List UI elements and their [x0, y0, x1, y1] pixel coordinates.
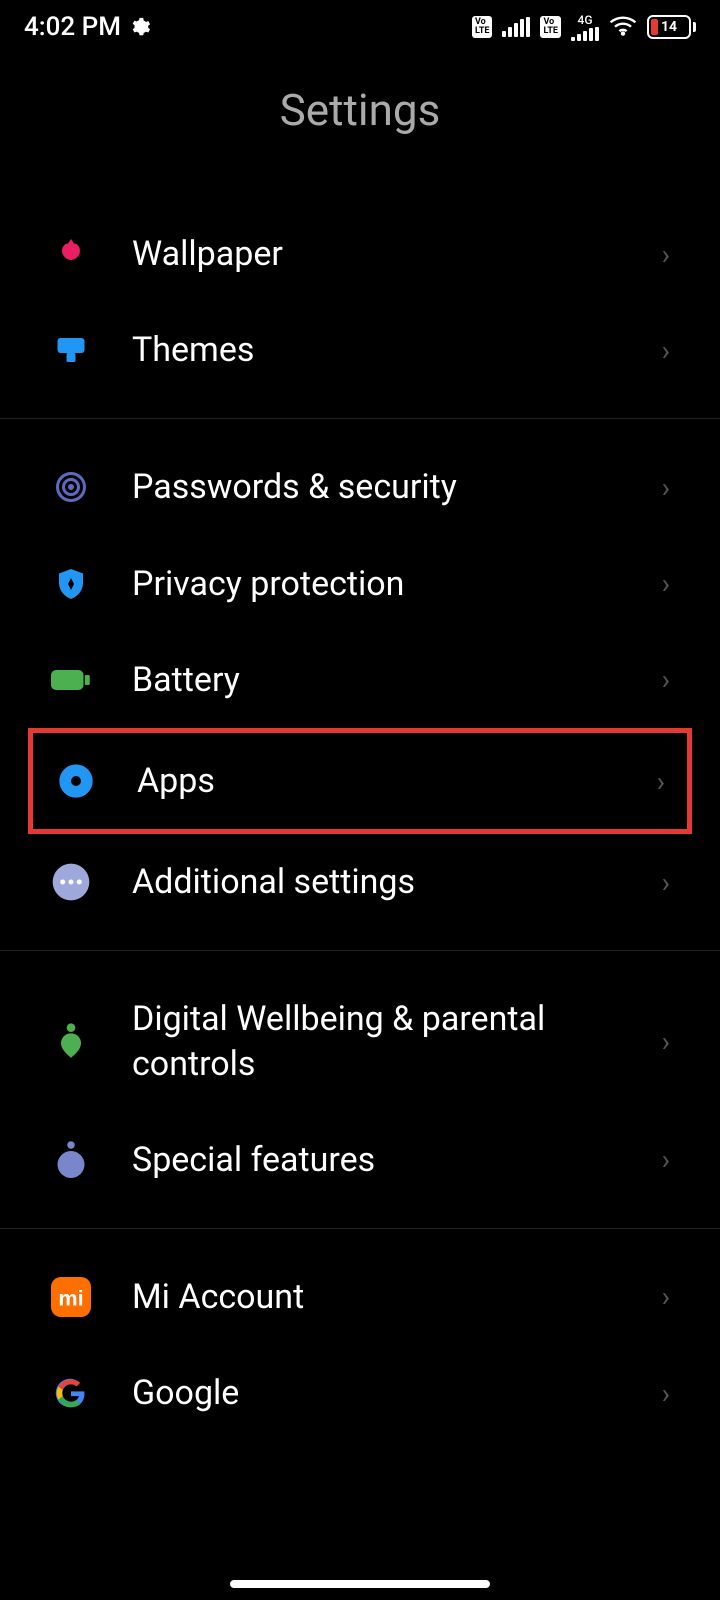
item-label: Apps [137, 759, 657, 803]
settings-item-battery[interactable]: Battery › [0, 632, 720, 728]
item-label: Wallpaper [132, 232, 662, 276]
settings-item-additional-settings[interactable]: Additional settings › [0, 834, 720, 930]
wellbeing-icon [50, 1021, 92, 1063]
chevron-right-icon: › [662, 1280, 670, 1313]
settings-item-themes[interactable]: Themes › [0, 302, 720, 398]
item-label: Themes [132, 328, 662, 372]
item-label: Digital Wellbeing & parental controls [132, 997, 662, 1085]
item-label: Mi Account [132, 1275, 662, 1319]
battery-level: 14 [661, 19, 677, 35]
settings-group-appearance: Wallpaper › Themes › [0, 186, 720, 419]
svg-text:mi: mi [58, 1285, 83, 1310]
settings-group-wellbeing: Digital Wellbeing & parental controls › … [0, 951, 720, 1229]
settings-group-system: Passwords & security › Privacy protectio… [0, 419, 720, 951]
wifi-icon [609, 16, 637, 38]
network-type: 4G [578, 13, 593, 27]
signal-icon-1 [502, 17, 530, 37]
wallpaper-icon [50, 233, 92, 275]
page-title: Settings [0, 84, 720, 136]
settings-list: Wallpaper › Themes › Passwords & securit… [0, 186, 720, 1461]
settings-item-passwords-security[interactable]: Passwords & security › [0, 439, 720, 535]
page-header: Settings [0, 54, 720, 186]
settings-group-accounts: mi Mi Account › Google › [0, 1229, 720, 1461]
signal-icon-2 [571, 27, 599, 41]
battery-icon [50, 659, 92, 701]
more-icon [50, 861, 92, 903]
settings-item-apps[interactable]: Apps › [28, 728, 692, 834]
chevron-right-icon: › [662, 866, 670, 899]
battery-icon: 14 [647, 15, 696, 39]
item-label: Special features [132, 1138, 662, 1182]
chevron-right-icon: › [657, 765, 665, 798]
fingerprint-icon [50, 466, 92, 508]
special-icon [50, 1139, 92, 1181]
chevron-right-icon: › [662, 471, 670, 504]
chevron-right-icon: › [662, 1377, 670, 1410]
settings-item-mi-account[interactable]: mi Mi Account › [0, 1249, 720, 1345]
chevron-right-icon: › [662, 238, 670, 271]
gear-icon [129, 16, 151, 38]
status-time: 4:02 PM [24, 12, 121, 42]
google-icon [50, 1372, 92, 1414]
settings-item-digital-wellbeing[interactable]: Digital Wellbeing & parental controls › [0, 971, 720, 1111]
settings-item-google[interactable]: Google › [0, 1345, 720, 1441]
themes-icon [50, 329, 92, 371]
item-label: Additional settings [132, 860, 662, 904]
chevron-right-icon: › [662, 567, 670, 600]
settings-item-privacy-protection[interactable]: Privacy protection › [0, 536, 720, 632]
apps-icon [55, 760, 97, 802]
chevron-right-icon: › [662, 663, 670, 696]
shield-icon [50, 563, 92, 605]
status-bar: 4:02 PM VoLTE VoLTE 4G [0, 0, 720, 54]
chevron-right-icon: › [662, 1025, 670, 1058]
mi-icon: mi [50, 1276, 92, 1318]
volte-icon-2: VoLTE [540, 16, 561, 38]
item-label: Battery [132, 658, 662, 702]
navigation-bar[interactable] [230, 1580, 490, 1588]
volte-icon-1: VoLTE [472, 16, 493, 38]
item-label: Passwords & security [132, 465, 662, 509]
chevron-right-icon: › [662, 334, 670, 367]
settings-item-special-features[interactable]: Special features › [0, 1112, 720, 1208]
status-left: 4:02 PM [24, 12, 151, 42]
item-label: Privacy protection [132, 562, 662, 606]
item-label: Google [132, 1371, 662, 1415]
status-right: VoLTE VoLTE 4G 14 [472, 13, 696, 41]
chevron-right-icon: › [662, 1143, 670, 1176]
settings-item-wallpaper[interactable]: Wallpaper › [0, 206, 720, 302]
